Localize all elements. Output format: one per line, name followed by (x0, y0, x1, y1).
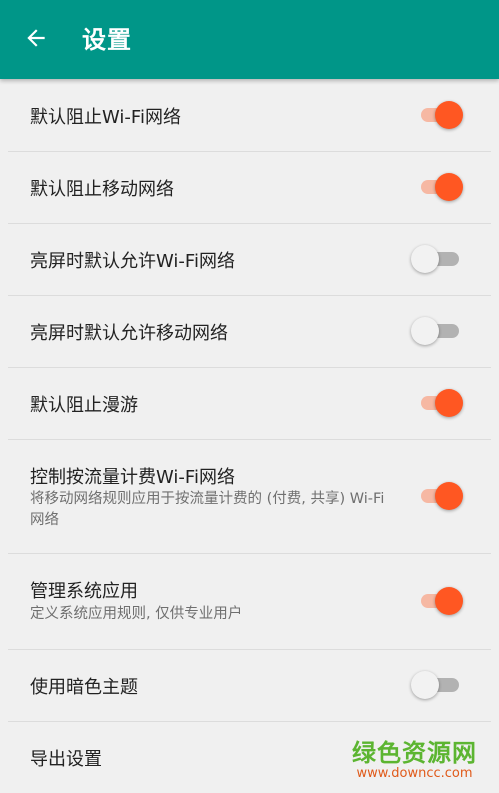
setting-title: 控制按流量计费Wi-Fi网络 (30, 463, 235, 489)
settings-list: 默认阻止Wi-Fi网络 默认阻止移动网络 亮屏时默认允许Wi-Fi网络 亮屏时默… (0, 79, 499, 793)
setting-export[interactable]: 导出设置 (0, 721, 499, 793)
setting-title: 默认阻止漫游 (30, 391, 138, 417)
setting-block-roaming[interactable]: 默认阻止漫游 (0, 367, 499, 439)
switch-thumb (411, 671, 439, 699)
switch-thumb (411, 317, 439, 345)
switch-thumb (435, 389, 463, 417)
toggle-switch[interactable] (417, 388, 463, 418)
switch-thumb (435, 173, 463, 201)
toggle-switch[interactable] (417, 244, 463, 274)
app-bar: 设置 (0, 0, 499, 79)
switch-thumb (411, 245, 439, 273)
setting-title: 管理系统应用 (30, 577, 138, 603)
setting-title: 默认阻止Wi-Fi网络 (30, 103, 181, 129)
switch-thumb (435, 482, 463, 510)
setting-title: 亮屏时默认允许Wi-Fi网络 (30, 247, 235, 273)
setting-allow-wifi-screen-on[interactable]: 亮屏时默认允许Wi-Fi网络 (0, 223, 499, 295)
toggle-switch[interactable] (417, 172, 463, 202)
setting-title: 亮屏时默认允许移动网络 (30, 319, 228, 345)
toggle-switch[interactable] (417, 670, 463, 700)
setting-summary: 将移动网络规则应用于按流量计费的 (付费, 共享) Wi-Fi网络 (30, 489, 390, 531)
setting-title: 导出设置 (30, 745, 102, 771)
setting-block-mobile-default[interactable]: 默认阻止移动网络 (0, 151, 499, 223)
toggle-switch[interactable] (417, 481, 463, 511)
setting-block-wifi-default[interactable]: 默认阻止Wi-Fi网络 (0, 79, 499, 151)
setting-summary: 定义系统应用规则, 仅供专业用户 (30, 604, 390, 625)
back-button[interactable] (12, 16, 60, 64)
switch-thumb (435, 587, 463, 615)
toggle-switch[interactable] (417, 586, 463, 616)
setting-title: 默认阻止移动网络 (30, 175, 174, 201)
page-title: 设置 (82, 0, 132, 79)
setting-manage-system-apps[interactable]: 管理系统应用 定义系统应用规则, 仅供专业用户 (0, 553, 499, 649)
setting-allow-mobile-screen-on[interactable]: 亮屏时默认允许移动网络 (0, 295, 499, 367)
toggle-switch[interactable] (417, 100, 463, 130)
arrow-left-icon (23, 25, 49, 55)
switch-thumb (435, 101, 463, 129)
toggle-switch[interactable] (417, 316, 463, 346)
setting-title: 使用暗色主题 (30, 673, 138, 699)
setting-dark-theme[interactable]: 使用暗色主题 (0, 649, 499, 721)
setting-metered-wifi[interactable]: 控制按流量计费Wi-Fi网络 将移动网络规则应用于按流量计费的 (付费, 共享)… (0, 439, 499, 553)
